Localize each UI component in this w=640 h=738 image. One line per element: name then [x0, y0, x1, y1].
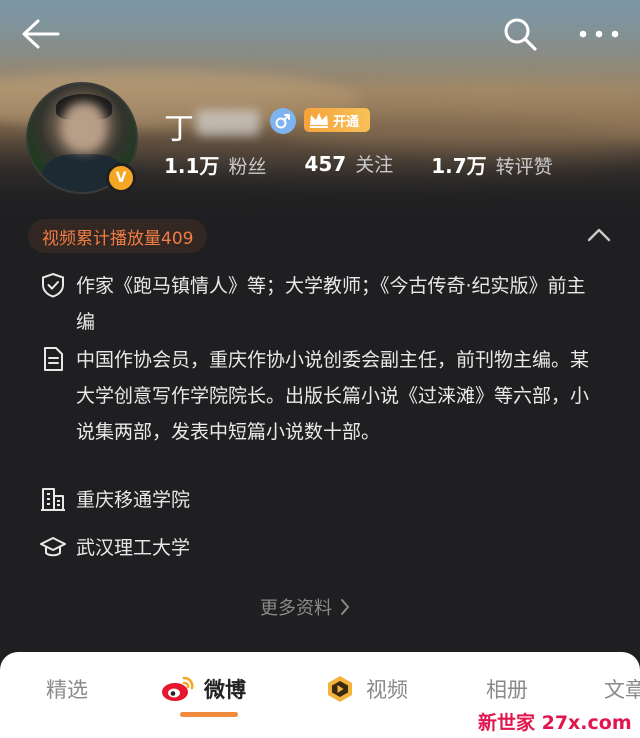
- weibo-icon: [162, 676, 194, 701]
- avatar-face-blurred: [62, 102, 106, 152]
- chevron-right-icon: [341, 599, 350, 615]
- tab-articles[interactable]: 文章: [604, 674, 640, 704]
- info-row-education: 武汉理工大学: [40, 530, 596, 566]
- video-play-count-badge[interactable]: 视频累计播放量409: [28, 219, 208, 253]
- more-info-label: 更多资料: [260, 598, 332, 619]
- male-gender-icon: [270, 108, 296, 134]
- tab-weibo[interactable]: 微博: [160, 674, 246, 704]
- vip-open-button[interactable]: 开通: [304, 108, 370, 132]
- search-icon[interactable]: [498, 12, 542, 56]
- shield-icon: [42, 272, 64, 298]
- profile-stats: 1.1万 粉丝 457 关注 1.7万 转评赞: [164, 150, 591, 179]
- verified-badge: V: [106, 163, 136, 193]
- tab-album[interactable]: 相册: [486, 674, 528, 704]
- stat-number: 1.7万: [431, 154, 487, 178]
- info-text: 武汉理工大学: [76, 537, 191, 559]
- info-text: 作家《跑马镇情人》等；大学教师；《今古传奇·纪实版》前主编: [76, 275, 586, 333]
- tab-featured[interactable]: 精选: [46, 674, 88, 704]
- profile-name: 丁: [164, 112, 194, 147]
- more-info-link[interactable]: 更多资料: [260, 594, 350, 620]
- name-redaction: [196, 110, 260, 136]
- vip-label: 开通: [333, 114, 360, 130]
- info-text: 重庆移通学院: [76, 489, 191, 511]
- watermark: 新世家 27x.com: [478, 712, 632, 734]
- stat-reposts-likes[interactable]: 1.7万 转评赞: [431, 150, 552, 179]
- stat-label: 粉丝: [228, 156, 267, 178]
- tab-label: 文章: [604, 678, 640, 702]
- stat-label: 关注: [355, 154, 394, 176]
- more-options-icon[interactable]: [574, 14, 624, 54]
- back-arrow-icon[interactable]: [18, 14, 62, 54]
- stat-label: 转评赞: [495, 156, 553, 178]
- stat-number: 457: [304, 152, 347, 176]
- chevron-up-icon[interactable]: [584, 222, 614, 248]
- stat-followers[interactable]: 1.1万 粉丝: [164, 150, 266, 179]
- active-tab-indicator: [180, 712, 238, 717]
- info-text: 中国作协会员，重庆作协小说创委会副主任，前刊物主编。某大学创意写作学院院长。出版…: [76, 349, 590, 443]
- video-icon: [328, 676, 352, 702]
- info-row-bio: 中国作协会员，重庆作协小说创委会副主任，前刊物主编。某大学创意写作学院院长。出版…: [40, 342, 596, 450]
- tab-label: 相册: [486, 678, 528, 702]
- stat-number: 1.1万: [164, 154, 220, 178]
- info-row-title: 作家《跑马镇情人》等；大学教师；《今古传奇·纪实版》前主编: [40, 268, 596, 340]
- graduation-cap-icon: [40, 537, 66, 557]
- tab-label: 视频: [366, 678, 408, 702]
- stat-following[interactable]: 457 关注: [304, 150, 393, 179]
- document-icon: [44, 347, 63, 371]
- crown-icon: [310, 113, 328, 128]
- tab-video[interactable]: 视频: [322, 674, 408, 704]
- tab-label: 精选: [46, 678, 88, 702]
- building-icon: [41, 488, 65, 511]
- tab-label: 微博: [204, 678, 246, 702]
- info-row-company: 重庆移通学院: [40, 482, 596, 518]
